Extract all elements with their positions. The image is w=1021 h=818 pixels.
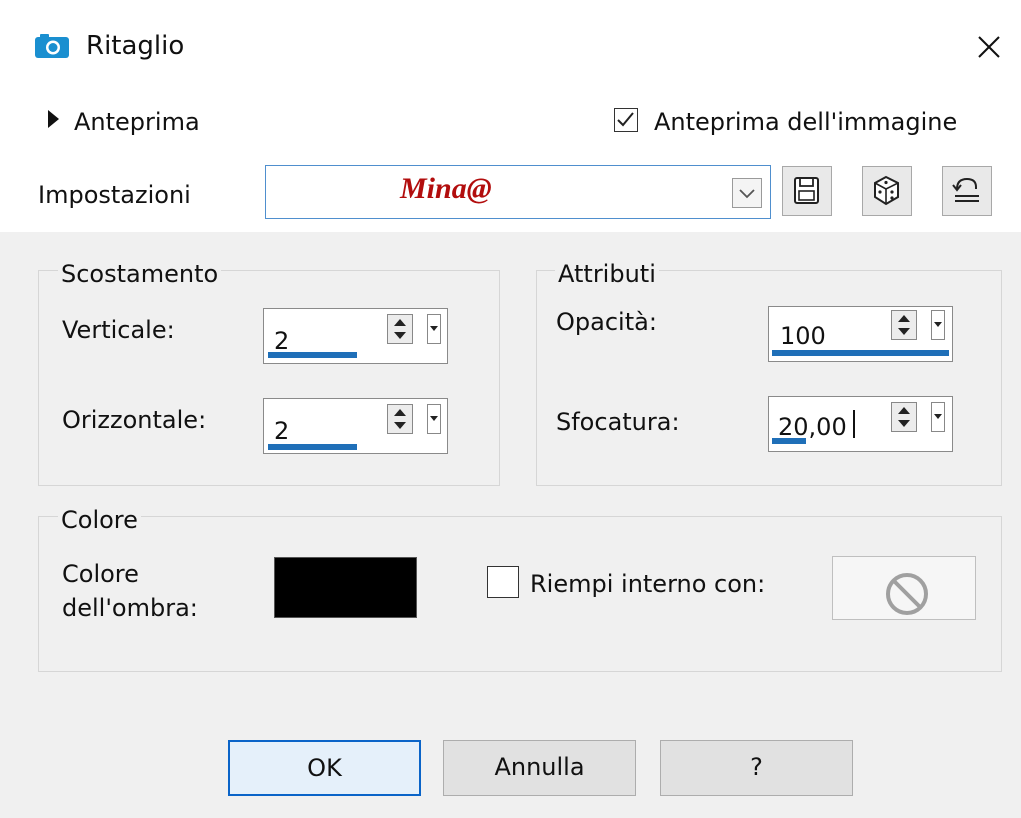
- cancel-button[interactable]: Annulla: [443, 740, 636, 796]
- settings-preset-value: Mina@: [400, 172, 492, 205]
- randomize-button[interactable]: [862, 166, 912, 216]
- blur-slider-dropdown-icon[interactable]: [931, 402, 945, 432]
- close-icon[interactable]: [972, 30, 1006, 64]
- opacity-label: Opacità:: [556, 308, 657, 336]
- window-title: Ritaglio: [86, 31, 185, 61]
- shadow-color-label-line2: dell'ombra:: [62, 594, 198, 622]
- horizontal-slider-bar[interactable]: [268, 444, 357, 450]
- blur-slider-bar[interactable]: [772, 438, 806, 444]
- shadow-color-swatch[interactable]: [274, 557, 417, 618]
- attributes-group-title: Attributi: [555, 262, 659, 286]
- opacity-slider-bar[interactable]: [772, 350, 949, 356]
- blur-spin-arrows-icon[interactable]: [891, 402, 917, 432]
- horizontal-spin-arrows-icon[interactable]: [387, 404, 413, 434]
- help-button[interactable]: ?: [660, 740, 853, 796]
- opacity-spin-arrows-icon[interactable]: [891, 310, 917, 340]
- horizontal-value: 2: [274, 417, 290, 445]
- vertical-slider-bar[interactable]: [268, 352, 357, 358]
- attributes-group: [536, 270, 1002, 486]
- text-caret: [853, 410, 855, 438]
- fill-interior-label: Riempi interno con:: [530, 570, 766, 598]
- shadow-color-label-line1: Colore: [62, 560, 139, 588]
- image-preview-checkbox[interactable]: [614, 108, 638, 132]
- vertical-slider-dropdown-icon[interactable]: [427, 314, 441, 344]
- settings-preset-select[interactable]: [265, 165, 771, 219]
- chevron-down-icon[interactable]: [732, 178, 762, 208]
- fill-material-swatch[interactable]: [832, 556, 976, 620]
- vertical-value: 2: [274, 327, 290, 355]
- preview-toggle[interactable]: Anteprima: [74, 110, 200, 134]
- camera-icon: [34, 33, 70, 59]
- settings-label: Impostazioni: [38, 181, 191, 209]
- offset-group-title: Scostamento: [58, 262, 222, 286]
- vertical-label: Verticale:: [62, 316, 175, 344]
- horizontal-label: Orizzontale:: [62, 406, 207, 434]
- vertical-spin-arrows-icon[interactable]: [387, 314, 413, 344]
- opacity-slider-dropdown-icon[interactable]: [931, 310, 945, 340]
- blur-value: 20,00: [778, 413, 847, 441]
- expand-triangle-icon[interactable]: [48, 110, 59, 128]
- no-symbol-icon: [886, 573, 928, 615]
- randomize-icon: [874, 175, 899, 206]
- reset-icon: [952, 177, 979, 202]
- color-group-title: Colore: [58, 508, 141, 532]
- opacity-value: 100: [780, 322, 826, 350]
- fill-interior-checkbox[interactable]: [487, 566, 519, 598]
- reset-button[interactable]: [942, 166, 992, 216]
- save-preset-button[interactable]: [782, 166, 832, 216]
- ok-button[interactable]: OK: [228, 740, 421, 796]
- image-preview-label: Anteprima dell'immagine: [654, 108, 958, 136]
- blur-label: Sfocatura:: [556, 408, 680, 436]
- save-icon: [794, 177, 819, 204]
- horizontal-slider-dropdown-icon[interactable]: [427, 404, 441, 434]
